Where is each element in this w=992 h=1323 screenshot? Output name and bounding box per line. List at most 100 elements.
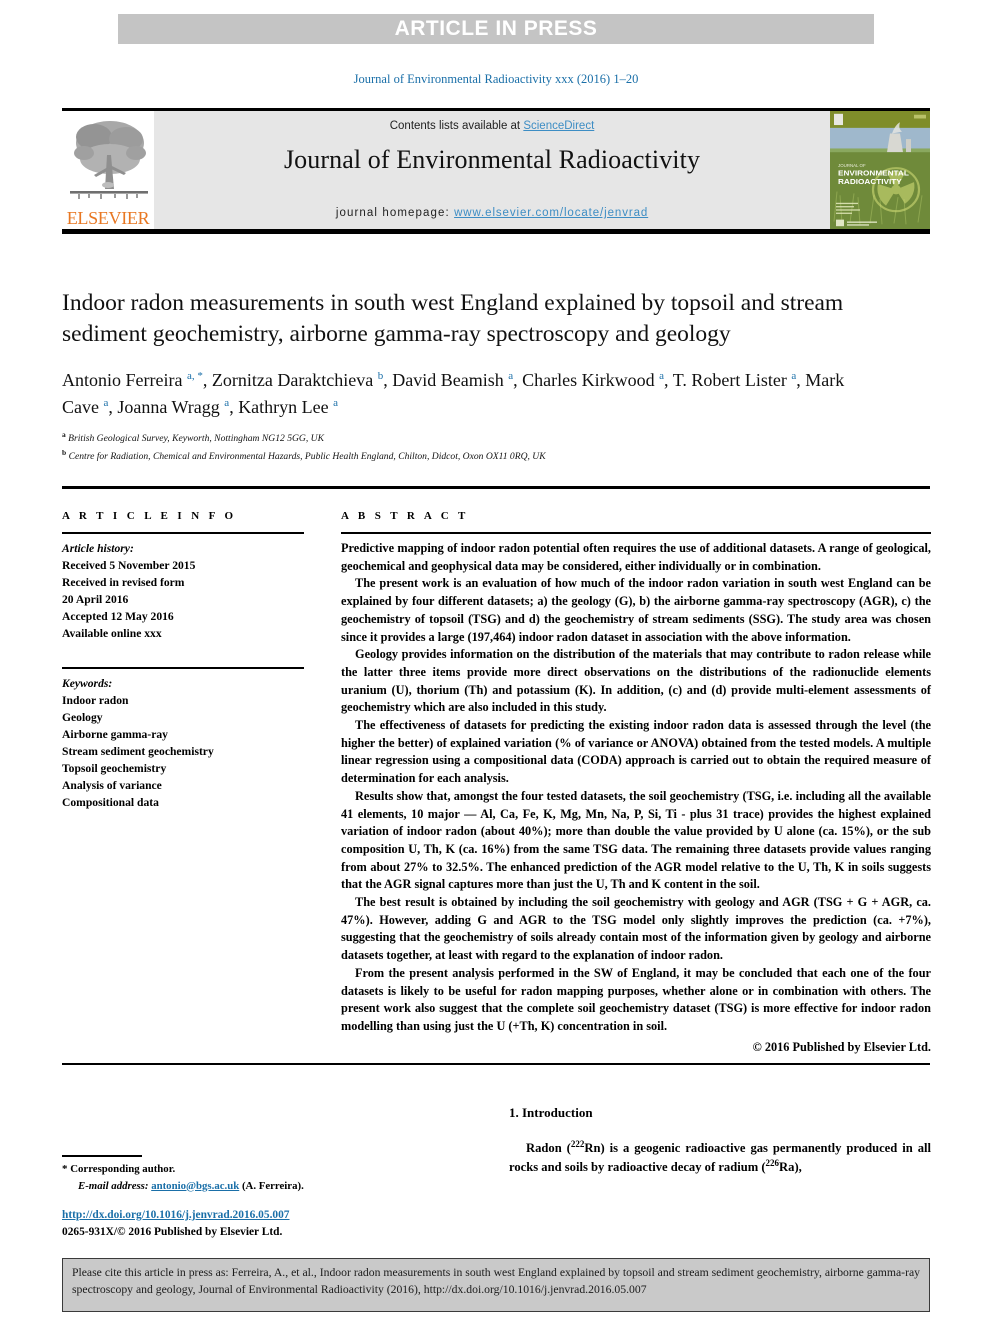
elsevier-logo-block: ELSEVIER — [62, 111, 154, 229]
divider-above-abstract — [62, 486, 930, 489]
article-history-group: Article history: Received 5 November 201… — [62, 540, 304, 642]
keyword-lines: Indoor radon Geology Airborne gamma-ray Str… — [62, 692, 304, 811]
abstract-paragraph: The best result is obtained by including… — [341, 895, 931, 963]
author-separator: , — [383, 370, 393, 391]
keyword-item: Airborne gamma-ray — [62, 728, 168, 742]
author-name: David Beamish — [392, 370, 509, 391]
article-history-line: Received in revised form — [62, 576, 185, 590]
keyword-item: Geology — [62, 711, 103, 725]
article-in-press-label: ARTICLE IN PRESS — [394, 17, 598, 40]
author-name: Antonio Ferreira — [62, 370, 187, 391]
abstract-paragraph: The effectiveness of datasets for predic… — [341, 718, 931, 786]
author-name: T. Robert Lister — [672, 370, 792, 391]
abstract-paragraph: Predictive mapping of indoor radon poten… — [341, 541, 931, 573]
article-history-line: Accepted 12 May 2016 — [62, 610, 174, 624]
divider-below-abstract — [62, 1063, 930, 1065]
cite-this-article-box: Please cite this article in press as: Fe… — [62, 1258, 930, 1312]
introduction-heading: 1. Introduction — [509, 1105, 593, 1120]
email-link[interactable]: antonio@bgs.ac.uk — [151, 1180, 239, 1192]
abstract-paragraph: Results show that, amongst the four test… — [341, 788, 931, 892]
elsevier-tree-logo-icon — [70, 121, 148, 199]
article-history-line: Received 5 November 2015 — [62, 559, 196, 573]
affiliation-text: British Geological Survey, Keyworth, Not… — [65, 433, 324, 445]
article-in-press-banner: ARTICLE IN PRESS — [118, 14, 874, 44]
article-info-column: A R T I C L E I N F O Article history: R… — [62, 510, 304, 811]
affiliation-row: a British Geological Survey, Keyworth, N… — [62, 429, 882, 447]
isotope-222: 222 — [570, 1139, 585, 1149]
cover-line3: RADIOACTIVITY — [838, 177, 902, 186]
email-owner: (A. Ferreira). — [241, 1179, 304, 1192]
author-name: Kathryn Lee — [238, 397, 334, 418]
keyword-item: Indoor radon — [62, 694, 129, 708]
author-affiliation-mark: a — [333, 397, 339, 410]
article-history-label: Article history: — [62, 542, 134, 555]
abstract-paragraph: Geology provides information on the dist… — [341, 647, 931, 715]
keywords-label: Keywords: — [62, 677, 113, 691]
affiliation-list: a British Geological Survey, Keyworth, N… — [62, 429, 882, 464]
article-info-rule — [62, 532, 304, 534]
journal-homepage-link[interactable]: www.elsevier.com/locate/jenvrad — [454, 207, 648, 219]
author-separator: , — [229, 397, 239, 418]
contents-available-prefix: Contents lists available at — [389, 120, 524, 132]
author-separator: , — [513, 370, 523, 391]
doi-link[interactable]: http://dx.doi.org/10.1016/j.jenvrad.2016… — [62, 1209, 290, 1221]
article-history-line: Available online xxx — [62, 627, 162, 641]
author-name: Joanna Wragg — [117, 397, 225, 418]
corresponding-author-marker: * — [194, 370, 203, 383]
sciencedirect-link[interactable]: ScienceDirect — [523, 120, 594, 132]
author-separator: , — [664, 370, 673, 391]
paper-title: Indoor radon measurements in south west … — [62, 290, 844, 348]
article-info-heading: A R T I C L E I N F O — [62, 510, 237, 522]
abstract-column: A B S T R A C T Predictive mapping of in… — [341, 510, 931, 1055]
author-separator: , — [796, 370, 806, 391]
doi-block: http://dx.doi.org/10.1016/j.jenvrad.2016… — [62, 1207, 462, 1241]
abstract-body: Predictive mapping of indoor radon poten… — [341, 540, 931, 1036]
asterisk-icon: * — [62, 1163, 68, 1175]
issn-copyright-line: 0265-931X/© 2016 Published by Elsevier L… — [62, 1226, 283, 1239]
keyword-item: Stream sediment geochemistry — [62, 745, 214, 759]
keywords-rule — [62, 667, 304, 670]
title-block: Indoor radon measurements in south west … — [62, 288, 882, 464]
keywords-group: Keywords: Indoor radon Geology Airborne ga… — [62, 675, 304, 811]
affiliation-row: b Centre for Radiation, Chemical and Env… — [62, 447, 882, 465]
introduction-paragraph: Radon (222Rn) is a geogenic radioactive … — [509, 1138, 931, 1177]
email-address-label: E-mail address: — [78, 1179, 149, 1192]
article-history-lines: Received 5 November 2015 Received in revi… — [62, 557, 304, 642]
corresponding-author-label: Corresponding author. — [70, 1163, 176, 1175]
keyword-item: Analysis of variance — [62, 779, 162, 793]
cite-this-article-text: Please cite this article in press as: Fe… — [72, 1266, 920, 1296]
footnote-divider — [62, 1155, 142, 1157]
journal-homepage-line: journal homepage: www.elsevier.com/locat… — [336, 207, 648, 219]
elsevier-wordmark: ELSEVIER — [66, 208, 150, 228]
email-line: E-mail address: antonio@bgs.ac.uk (A. Fe… — [62, 1178, 462, 1194]
footnote-block: * Corresponding author. E-mail address: … — [62, 1161, 462, 1194]
author-list: Antonio Ferreira a, *, Zornitza Daraktch… — [62, 367, 882, 421]
abstract-heading: A B S T R A C T — [341, 510, 469, 522]
contents-available-line: Contents lists available at ScienceDirec… — [390, 120, 595, 132]
intro-text-1: Radon ( — [526, 1141, 571, 1156]
sciencedirect-banner: Contents lists available at ScienceDirec… — [154, 111, 830, 229]
cover-line1: JOURNAL OF — [838, 163, 866, 168]
abstract-copyright: © 2016 Published by Elsevier Ltd. — [752, 1039, 931, 1054]
cover-line2: ENVIRONMENTAL — [838, 169, 909, 178]
journal-title: Journal of Environmental Radioactivity — [283, 145, 701, 174]
abstract-paragraph: From the present analysis performed in t… — [341, 965, 931, 1033]
journal-cover-thumbnail: JOURNAL OF ENVIRONMENTAL RADIOACTIVITY — [830, 111, 930, 229]
body-column-right: 1. Introduction Radon (222Rn) is a geoge… — [509, 1085, 931, 1177]
journal-homepage-prefix: journal homepage: — [335, 207, 455, 219]
author-name: Charles Kirkwood — [522, 370, 660, 391]
isotope-226: 226 — [765, 1158, 780, 1169]
intro-text-3: Ra), — [779, 1160, 802, 1175]
journal-running-head: Journal of Environmental Radioactivity x… — [353, 72, 639, 86]
corresponding-author-line: * Corresponding author. — [62, 1161, 462, 1178]
author-name: Zornitza Daraktchieva — [211, 370, 378, 391]
author-separator: , — [202, 370, 212, 391]
journal-masthead: ELSEVIER Contents lists available at Sci… — [62, 108, 930, 234]
abstract-rule — [341, 532, 931, 534]
article-history-line: 20 April 2016 — [62, 593, 129, 607]
keyword-item: Topsoil geochemistry — [62, 762, 167, 776]
abstract-paragraph: The present work is an evaluation of how… — [341, 576, 931, 644]
keyword-item: Compositional data — [62, 796, 159, 810]
journal-cover-image-icon: JOURNAL OF ENVIRONMENTAL RADIOACTIVITY — [830, 111, 930, 229]
